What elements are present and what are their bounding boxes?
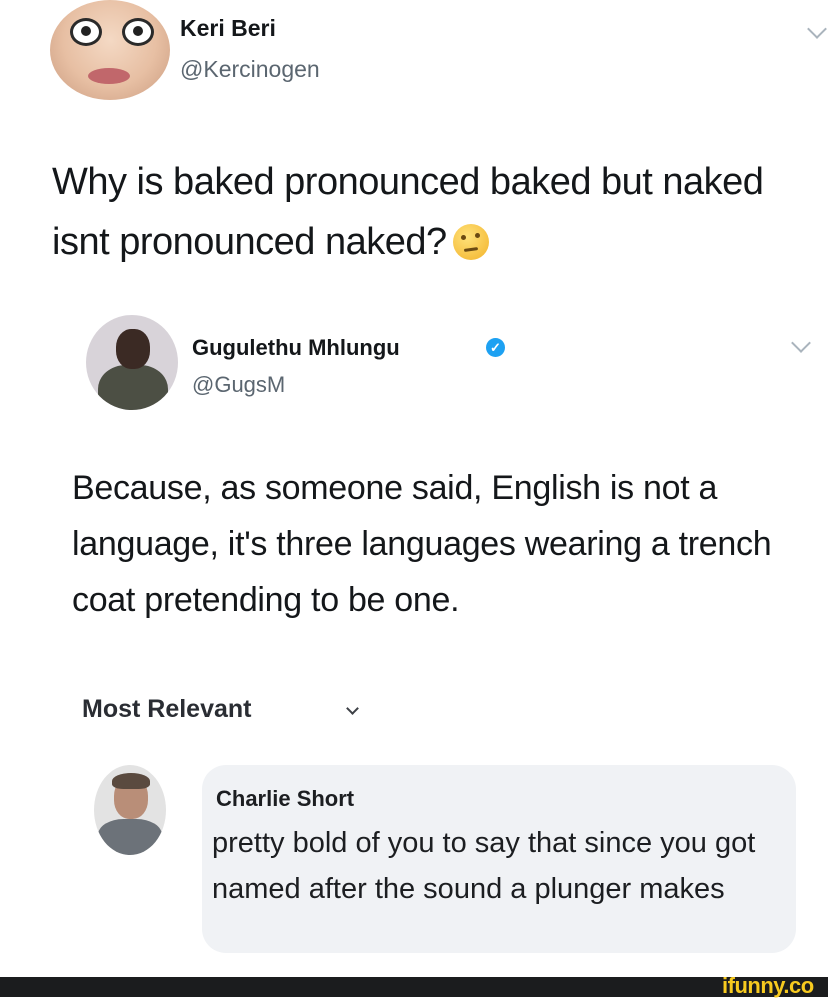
reply-text: Because, as someone said, English is not… (72, 469, 772, 619)
author-name[interactable]: Keri Beri (180, 15, 276, 42)
author-handle[interactable]: @Kercinogen (180, 56, 320, 83)
avatar-hair (112, 773, 150, 789)
eye-left (70, 18, 102, 46)
thinking-face-icon (452, 224, 489, 260)
chevron-down-icon[interactable] (791, 333, 811, 353)
tweet-text: Why is baked pronounced baked but naked … (52, 152, 792, 272)
avatar[interactable] (50, 0, 170, 100)
avatar-body (98, 365, 168, 410)
commenter-name[interactable]: Charlie Short (216, 786, 354, 812)
sort-dropdown[interactable]: Most Relevant (82, 695, 251, 724)
footer-bar (0, 977, 828, 997)
avatar-body (98, 819, 162, 855)
verified-badge-icon: ✓ (486, 338, 505, 357)
comment-text: pretty bold of you to say that since you… (212, 827, 756, 905)
mouth (88, 68, 130, 84)
commenter-avatar[interactable] (94, 765, 166, 855)
chevron-down-icon[interactable] (346, 702, 359, 715)
chevron-down-icon[interactable] (807, 19, 827, 39)
reply-avatar[interactable] (86, 315, 178, 410)
watermark: ifunny.co (722, 973, 814, 998)
reply-author-name[interactable]: Gugulethu Mhlungu (192, 335, 400, 361)
avatar-head (116, 329, 150, 369)
reply-author-handle[interactable]: @GugsM (192, 372, 285, 398)
eye-right (122, 18, 154, 46)
tweet-text-content: Why is baked pronounced baked but naked … (52, 161, 764, 263)
